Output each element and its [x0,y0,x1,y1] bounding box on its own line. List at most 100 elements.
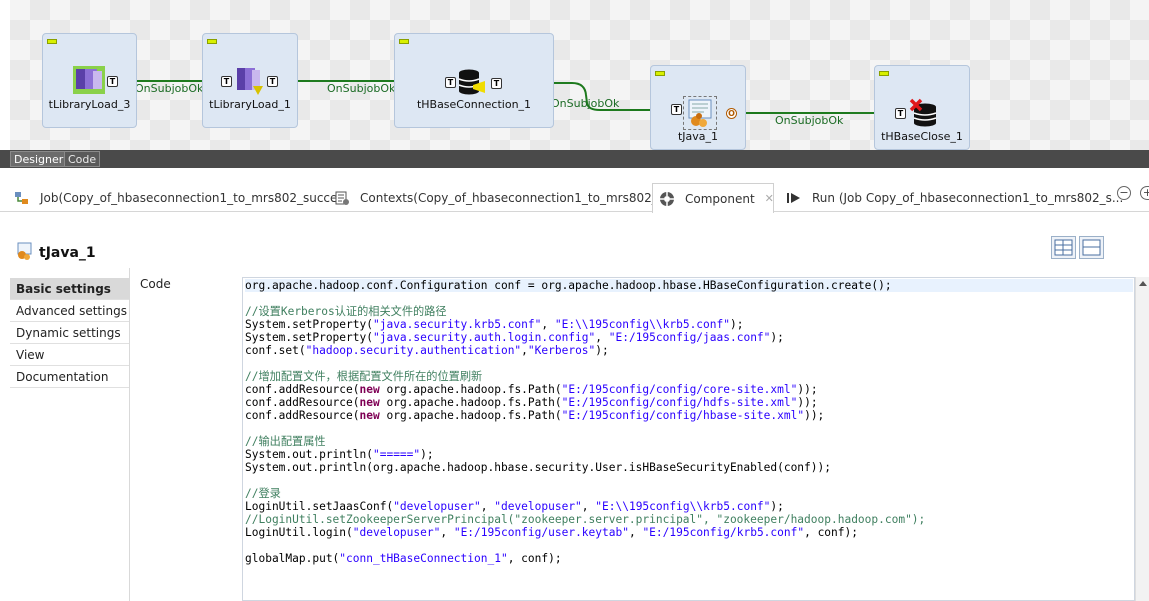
tab-run[interactable]: Run (Job Copy_of_hbaseconnection1_to_mrs… [786,183,1123,212]
trigger-port[interactable]: T [895,108,906,119]
code-string: "E:\\195config\\krb5.conf" [595,500,771,513]
code-line[interactable]: System.out.println(org.apache.hadoop.hba… [245,461,831,474]
trigger-port[interactable]: T [671,104,682,115]
code-line[interactable]: //输出配置属性 [245,435,326,448]
settings-tab-basic[interactable]: Basic settings [10,278,129,300]
code-field-label: Code [140,277,171,291]
trigger-port[interactable]: T [445,77,456,88]
grid-layout-button[interactable] [1051,236,1076,259]
code-token: ); [770,500,784,513]
code-line[interactable]: conf.set("hadoop.security.authentication… [245,344,609,357]
code-line[interactable]: //登录 [245,487,281,500]
component-icon [659,191,675,207]
code-line[interactable]: LoginUtil.login("developuser", "E:/195co… [245,526,858,539]
component-tlibraryload-1[interactable]: T T tLibraryLoad_1 [202,33,298,128]
code-string: "developuser" [494,500,582,513]
code-editor[interactable]: org.apache.hadoop.conf.Configuration con… [242,277,1135,601]
code-token: , conf); [804,526,858,539]
component-thbaseconnection-1[interactable]: T T tHBaseConnection_1 [394,33,554,128]
code-line[interactable]: System.out.println("====="); [245,448,434,461]
hbase-connection-icon [457,69,487,100]
code-token: , [480,500,495,513]
settings-tab-documentation[interactable]: Documentation [10,366,129,388]
code-token: conf.addResource( [245,409,360,422]
connection-label[interactable]: OnSubjobOk [551,97,619,110]
minimize-button[interactable]: − [1117,186,1131,200]
code-keyword: new [359,409,380,422]
tab-designer[interactable]: Designer [10,151,68,167]
trigger-port[interactable]: T [221,76,232,87]
hbase-close-icon [909,98,939,131]
tab-label: Contexts(Copy_of_hbaseconnection1_to_mrs… [360,190,676,205]
code-line[interactable]: org.apache.hadoop.conf.Configuration con… [245,279,1133,292]
settings-tab-dynamic[interactable]: Dynamic settings [10,322,129,344]
status-flag [47,39,57,44]
code-line[interactable]: conf.addResource(new org.apache.hadoop.f… [245,396,818,409]
connection-wires [120,80,898,114]
component-tlibraryload-3[interactable]: T tLibraryLoad_3 [42,33,137,128]
connection-label[interactable]: OnSubjobOk [327,82,395,95]
code-string: "conn_tHBaseConnection_1" [339,552,508,565]
designer-tab-bar: Designer Code [0,150,1149,168]
code-line[interactable]: System.setProperty("java.security.krb5.c… [245,318,743,331]
code-string: "E:/195config/config/core-site.xml" [561,383,798,396]
code-string: "developuser" [352,526,441,539]
code-token: )); [797,396,818,409]
code-string: "java.security.auth.login.config" [372,331,596,344]
vertical-scrollbar[interactable] [1135,277,1149,601]
job-designer-canvas[interactable]: OnSubjobOk OnSubjobOk OnSubjobOk OnSubjo… [10,0,1149,150]
scroll-up-icon[interactable] [1139,281,1147,286]
component-label: tJava_1 [677,130,719,143]
output-port[interactable]: O [726,108,737,119]
tab-job[interactable]: Job(Copy_of_hbaseconnection1_to_mrs802_s… [14,183,349,212]
code-line[interactable]: globalMap.put("conn_tHBaseConnection_1",… [245,552,562,565]
code-line[interactable]: System.setProperty("java.security.auth.l… [245,331,784,344]
code-token: )); [797,383,818,396]
code-line[interactable]: //设置Kerberos认证的相关文件的路径 [245,305,447,318]
code-token: , [521,344,528,357]
library-load-icon [235,66,263,99]
component-label: tHBaseConnection_1 [416,98,532,111]
status-flag [879,71,889,76]
code-line[interactable]: conf.addResource(new org.apache.hadoop.f… [245,383,818,396]
tab-code[interactable]: Code [64,151,101,167]
talend-studio-window: OnSubjobOk OnSubjobOk OnSubjobOk OnSubjo… [0,0,1149,601]
code-token: , [541,318,555,331]
job-icon [14,190,30,206]
settings-tab-view[interactable]: View [10,344,129,366]
code-token: ); [595,344,609,357]
component-title: tJava_1 [39,244,96,261]
trigger-port[interactable]: T [267,76,278,87]
library-load-icon [73,66,105,97]
code-token: LoginUtil.setJaasConf( [245,500,394,513]
connection-label[interactable]: OnSubjobOk [135,82,203,95]
component-label: tLibraryLoad_3 [48,98,131,111]
code-line[interactable]: //增加配置文件，根据配置文件所在的位置刷新 [245,370,482,383]
code-keyword: new [359,383,380,396]
tab-contexts[interactable]: Contexts(Copy_of_hbaseconnection1_to_mrs… [334,183,675,212]
code-line[interactable]: LoginUtil.setJaasConf("developuser", "de… [245,500,784,513]
code-line[interactable]: conf.addResource(new org.apache.hadoop.f… [245,409,824,422]
view-tab-bar: Job(Copy_of_hbaseconnection1_to_mrs802_s… [0,179,1149,213]
trigger-port[interactable]: T [107,76,118,87]
status-flag [207,39,217,44]
trigger-port[interactable]: T [491,78,502,89]
code-string: "=====" [372,448,421,461]
tab-component[interactable]: Component ✕ [652,183,774,213]
close-icon[interactable]: ✕ [765,192,774,205]
list-layout-button[interactable] [1079,236,1104,259]
run-icon [786,190,802,206]
code-string: "E:/195config/user.keytab" [453,526,629,539]
java-icon [16,242,34,263]
maximize-button[interactable]: + [1140,186,1149,200]
code-token: LoginUtil.login( [245,526,353,539]
code-token: ); [420,448,434,461]
code-line[interactable]: //LoginUtil.setZookeeperServerPrincipal(… [245,513,925,526]
code-token: org.apache.hadoop.conf.Configuration con… [245,279,892,292]
component-thbaseclose-1[interactable]: T tHBaseClose_1 [874,65,970,150]
component-tjava-1[interactable]: T O tJava_1 [650,65,746,150]
java-icon [683,96,717,130]
connection-label[interactable]: OnSubjobOk [775,114,843,127]
code-token: , [628,526,643,539]
settings-tab-advanced[interactable]: Advanced settings [10,300,129,322]
